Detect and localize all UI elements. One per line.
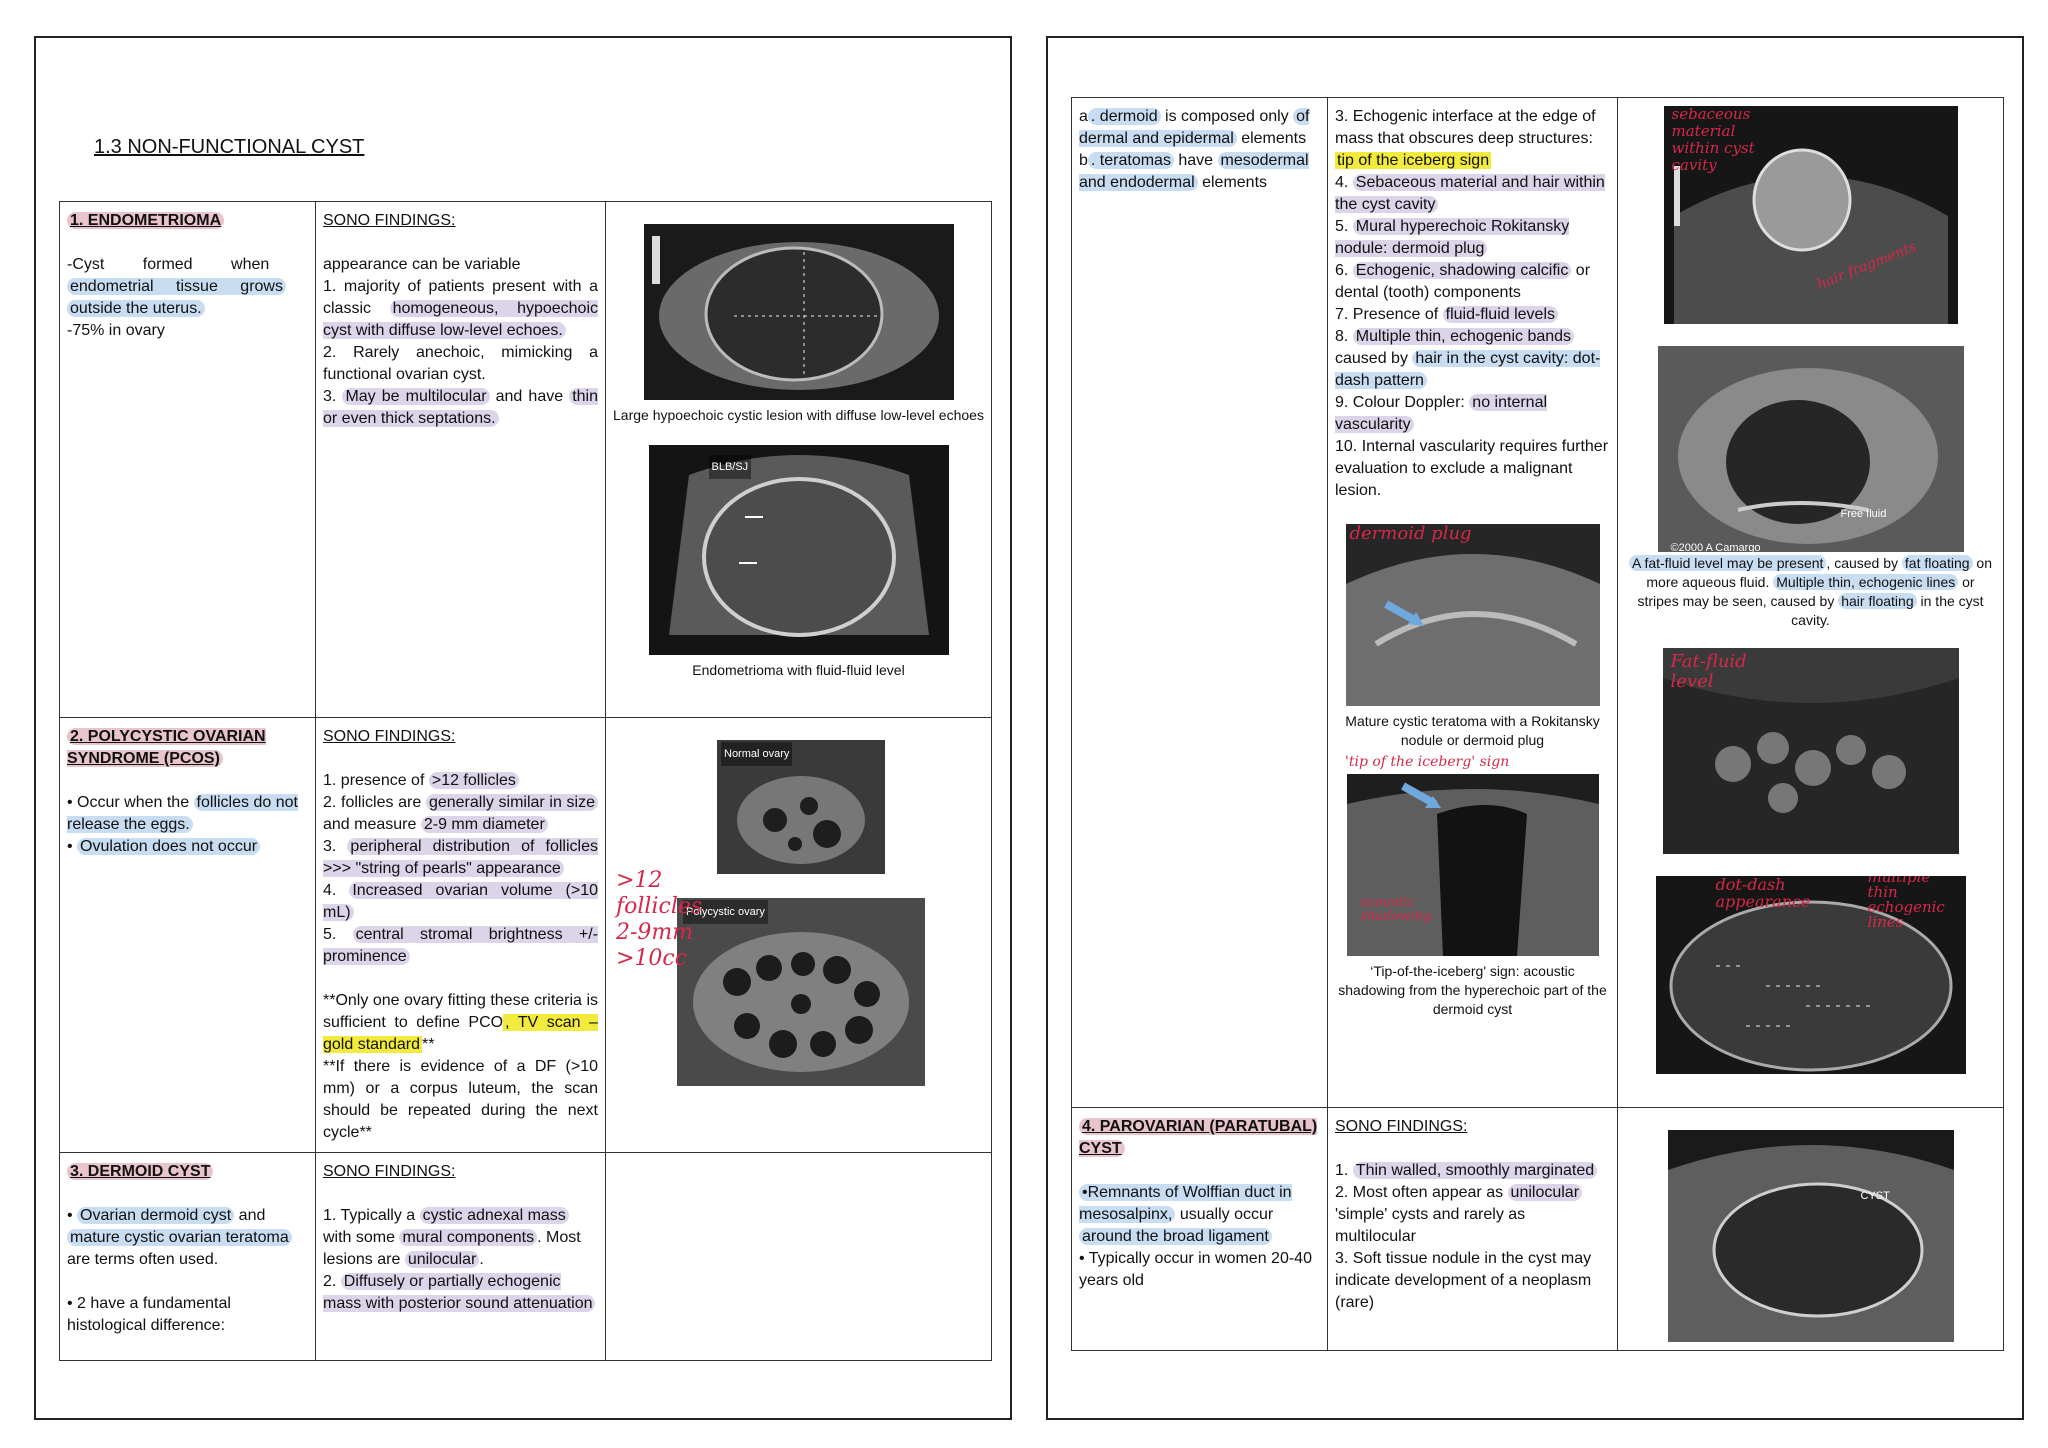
- page-left: 1.3 NON-FUNCTIONAL CYST 1. ENDOMETRIOMA …: [34, 36, 1012, 1420]
- endometrioma-heading: 1. ENDOMETRIOMA: [67, 210, 308, 232]
- handwritten-annotation: multiple thin echogenic lines: [1867, 876, 1945, 931]
- dermoid-images-cell-empty: [605, 1152, 992, 1361]
- dermoid-findings: 1. Typically a cystic adnexal mass with …: [323, 1205, 598, 1315]
- ultrasound-image-endometrioma: [643, 224, 954, 400]
- pcos-heading: 2. POLYCYSTIC OVARIAN SYNDROME (PCOS): [67, 728, 266, 767]
- dermoid-description-cell: 3. DERMOID CYST • Ovarian dermoid cyst a…: [59, 1152, 316, 1361]
- image-label: BLB/SJ: [708, 455, 752, 479]
- image-label: Normal ovary: [721, 742, 793, 766]
- fat-fluid-caption: A fat-fluid level may be present, caused…: [1625, 554, 1996, 630]
- ultrasound-graphic: [1657, 346, 1964, 552]
- image-copyright: ©2000 A Camargo: [1670, 542, 1761, 552]
- pcos-bullets: • Occur when the follicles do not releas…: [67, 794, 298, 855]
- ultrasound-graphic: [643, 224, 954, 400]
- endometrioma-definition: -Cyst formed when endometrial tissue gro…: [67, 254, 308, 342]
- pcos-findings: 1. presence of >12 follicles 2. follicle…: [323, 772, 599, 1141]
- image-label: Free fluid: [1840, 508, 1887, 520]
- parovarian-heading: 4. PAROVARIAN (PARATUBAL) CYST: [1079, 1118, 1318, 1157]
- dermoid-images-continued-cell: sebaceous material within cyst cavity ha…: [1617, 97, 2004, 1108]
- handwritten-annotation: sebaceous material within cyst cavity: [1671, 106, 1755, 174]
- handwritten-annotation: dot-dash appearance: [1715, 876, 1811, 911]
- ultrasound-graphic: [1667, 1130, 1954, 1342]
- ultrasound-image-sebaceous: sebaceous material within cyst cavity ha…: [1663, 106, 1958, 324]
- ultrasound-image-normal-ovary: Normal ovary: [717, 740, 885, 874]
- ultrasound-graphic: [648, 445, 949, 655]
- row-parovarian: 4. PAROVARIAN (PARATUBAL) CYST •Remnants…: [1071, 1107, 2004, 1351]
- parovarian-description-cell: 4. PAROVARIAN (PARATUBAL) CYST •Remnants…: [1071, 1107, 1328, 1351]
- sono-findings-title: SONO FINDINGS:: [1335, 1118, 1468, 1135]
- dermoid-bullet-1: • Ovarian dermoid cyst and mature cystic…: [67, 1205, 308, 1271]
- ultrasound-image-dot-dash: dot-dash appearance multiple thin echoge…: [1655, 876, 1966, 1074]
- parovarian-bullet-1: •Remnants of Wolffian duct in mesosalpin…: [1079, 1184, 1292, 1245]
- figure-caption: Endometrioma with fluid-fluid level: [692, 662, 905, 678]
- row-dermoid-continued: a. dermoid is composed only of dermal an…: [1071, 97, 2004, 1108]
- dermoid-findings-cell: SONO FINDINGS: 1. Typically a cystic adn…: [315, 1152, 606, 1361]
- dermoid-types-cell: a. dermoid is composed only of dermal an…: [1071, 97, 1328, 1108]
- notes-table: 1. ENDOMETRIOMA -Cyst formed when endome…: [59, 201, 992, 1361]
- dermoid-heading: 3. DERMOID CYST: [67, 1161, 308, 1183]
- sono-findings-title: SONO FINDINGS:: [323, 212, 456, 229]
- handwritten-annotation: acoustic shadowing: [1360, 895, 1432, 924]
- row-dermoid: 3. DERMOID CYST • Ovarian dermoid cyst a…: [59, 1152, 992, 1361]
- handwritten-annotation: dermoid plug: [1349, 524, 1472, 544]
- parovarian-findings: 1. Thin walled, smoothly marginated 2. M…: [1335, 1160, 1610, 1314]
- row-pcos: 2. POLYCYSTIC OVARIAN SYNDROME (PCOS) • …: [59, 717, 992, 1153]
- notes-table: a. dermoid is composed only of dermal an…: [1071, 97, 2004, 1351]
- endometrioma-findings: appearance can be variable 1. majority o…: [323, 256, 599, 427]
- dermoid-findings-continued-cell: 3. Echogenic interface at the edge of ma…: [1327, 97, 1618, 1108]
- ultrasound-image-polycystic-ovary: Polycystic ovary: [677, 898, 925, 1086]
- page-title: 1.3 NON-FUNCTIONAL CYST: [94, 136, 365, 158]
- handwritten-annotation: 'tip of the iceberg' sign: [1345, 754, 1510, 770]
- image-label: CYST: [1860, 1190, 1890, 1202]
- handwritten-annotation: Fat-fluid level: [1670, 651, 1747, 692]
- handwritten-annotation: >12 follicles 2-9mm >10cc: [616, 868, 703, 971]
- ultrasound-image-fluid-level: BLB/SJ: [648, 445, 949, 655]
- sono-findings-title: SONO FINDINGS:: [323, 1163, 456, 1180]
- ultrasound-image-parovarian: CYST: [1667, 1130, 1954, 1342]
- endometrioma-findings-cell: SONO FINDINGS: appearance can be variabl…: [315, 201, 606, 718]
- page-right: a. dermoid is composed only of dermal an…: [1046, 36, 2024, 1420]
- parovarian-findings-cell: SONO FINDINGS: 1. Thin walled, smoothly …: [1327, 1107, 1618, 1351]
- ultrasound-image-free-fluid: Free fluid ©2000 A Camargo: [1657, 346, 1964, 552]
- parovarian-images-cell: CYST: [1617, 1107, 2004, 1351]
- ultrasound-graphic: [1345, 524, 1600, 706]
- parovarian-bullet-2: • Typically occur in women 20-40 years o…: [1079, 1250, 1312, 1289]
- ultrasound-image-fat-fluid: Fat-fluid level: [1662, 648, 1959, 854]
- ultrasound-image-tip-of-iceberg: acoustic shadowing: [1346, 774, 1599, 956]
- figure-caption: ‘Tip-of-the-iceberg' sign: acoustic shad…: [1338, 963, 1607, 1017]
- row-endometrioma: 1. ENDOMETRIOMA -Cyst formed when endome…: [59, 201, 992, 718]
- pcos-description-cell: 2. POLYCYSTIC OVARIAN SYNDROME (PCOS) • …: [59, 717, 316, 1153]
- endometrioma-description-cell: 1. ENDOMETRIOMA -Cyst formed when endome…: [59, 201, 316, 718]
- ultrasound-image-dermoid-plug: dermoid plug: [1345, 524, 1600, 706]
- pcos-findings-cell: SONO FINDINGS: 1. presence of >12 follic…: [315, 717, 606, 1153]
- dermoid-findings-list: 3. Echogenic interface at the edge of ma…: [1335, 108, 1609, 499]
- ultrasound-graphic: [677, 898, 925, 1086]
- dermoid-bullet-2: • 2 have a fundamental histological diff…: [67, 1295, 231, 1334]
- endometrioma-images-cell: Large hypoechoic cystic lesion with diff…: [605, 201, 992, 718]
- sono-findings-title: SONO FINDINGS:: [323, 728, 456, 745]
- figure-caption: Mature cystic teratoma with a Rokitansky…: [1345, 713, 1600, 748]
- figure-caption: Large hypoechoic cystic lesion with diff…: [613, 407, 984, 423]
- pcos-images-cell: Normal ovary Polycystic ovary >12 follic…: [605, 717, 992, 1153]
- ultrasound-graphic: [1346, 774, 1599, 956]
